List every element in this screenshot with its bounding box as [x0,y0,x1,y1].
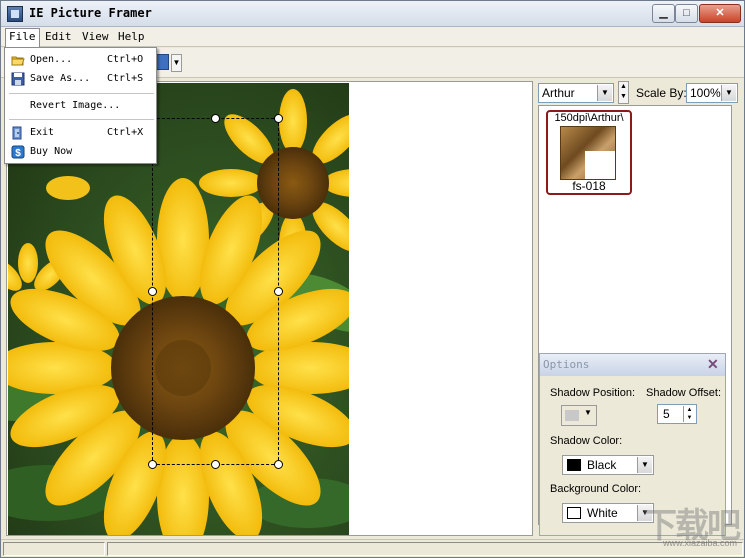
menu-view[interactable]: View [79,29,112,44]
background-color-label: Background Color: [550,483,642,495]
crop-handle-bottom[interactable] [211,460,220,469]
options-header[interactable]: Options ✕ [540,354,725,376]
shadow-position-label: Shadow Position: [550,387,635,399]
shadow-color-label: Shadow Color: [550,435,623,447]
app-icon [7,6,23,22]
frame-category: 150dpi\Arthur\ [554,112,624,124]
stepper-arrows-icon[interactable]: ▲ ▼ [683,406,695,422]
crop-handle-top[interactable] [211,114,220,123]
close-icon[interactable]: ✕ [707,356,719,373]
crop-handle-right[interactable] [274,287,283,296]
frame-name: fs-018 [572,179,606,193]
menu-help[interactable]: Help [115,29,148,44]
menu-item-exit[interactable]: Exit Ctrl+X [5,124,156,142]
menu-separator [9,119,154,120]
maximize-button[interactable]: □ [675,4,698,23]
menu-separator [9,93,154,94]
floppy-disk-icon [11,72,25,86]
menu-edit[interactable]: Edit [42,29,75,44]
frame-preview-image [560,126,616,180]
shadow-offset-label: Shadow Offset: [646,387,722,399]
exit-door-icon [12,126,22,140]
crop-handle-tr[interactable] [274,114,283,123]
crop-handle-left[interactable] [148,287,157,296]
toolbar-dropdown-arrow[interactable]: ▼ [171,54,182,72]
svg-text:$: $ [15,148,21,159]
window-title: IE Picture Framer [29,6,152,20]
frame-thumbnail[interactable]: 150dpi\Arthur\ fs-018 [546,110,632,195]
scale-select[interactable]: 100% ▼ [686,83,738,103]
chevron-down-icon[interactable]: ▼ [721,85,736,101]
site-watermark: 下载吧 www.xiazaiba.com [613,496,743,551]
file-menu-dropdown: Open... Ctrl+O Save As... Ctrl+S Revert … [4,47,157,164]
title-bar[interactable]: IE Picture Framer ▁ □ ✕ [1,1,744,27]
crop-handle-bl[interactable] [148,460,157,469]
open-folder-icon [11,56,25,66]
menu-bar: File Edit View Help [1,27,744,47]
menu-item-open[interactable]: Open... Ctrl+O [5,51,156,69]
chevron-down-icon[interactable]: ▼ [597,85,612,101]
watermark-url: www.xiazaiba.com [662,538,737,548]
shadow-position-select[interactable]: ▼ [561,405,597,426]
menu-file[interactable]: File [5,28,40,47]
status-cell-1 [3,542,105,556]
shadow-color-select[interactable]: Black ▼ [562,455,654,475]
menu-item-buy-now[interactable]: $ Buy Now [5,143,156,161]
buy-now-icon: $ [11,145,25,159]
app-window: IE Picture Framer ▁ □ ✕ File Edit View H… [0,0,745,558]
menu-item-save-as[interactable]: Save As... Ctrl+S [5,70,156,88]
chevron-down-icon[interactable]: ▼ [637,457,652,473]
close-button[interactable]: ✕ [699,4,741,23]
color-swatch-white [567,507,581,519]
crop-selection[interactable] [148,114,283,469]
color-swatch-black [567,459,581,471]
scale-by-label: Scale By: [636,86,687,100]
frame-style-select[interactable]: Arthur ▼ [538,83,614,103]
menu-item-revert-image[interactable]: Revert Image... [5,97,156,115]
crop-handle-br[interactable] [274,460,283,469]
shadow-offset-stepper[interactable]: 5 ▲ ▼ [657,404,697,424]
options-title: Options [543,358,590,371]
minimize-button[interactable]: ▁ [652,4,675,23]
frame-spinner[interactable]: ▲ ▼ [618,81,629,104]
